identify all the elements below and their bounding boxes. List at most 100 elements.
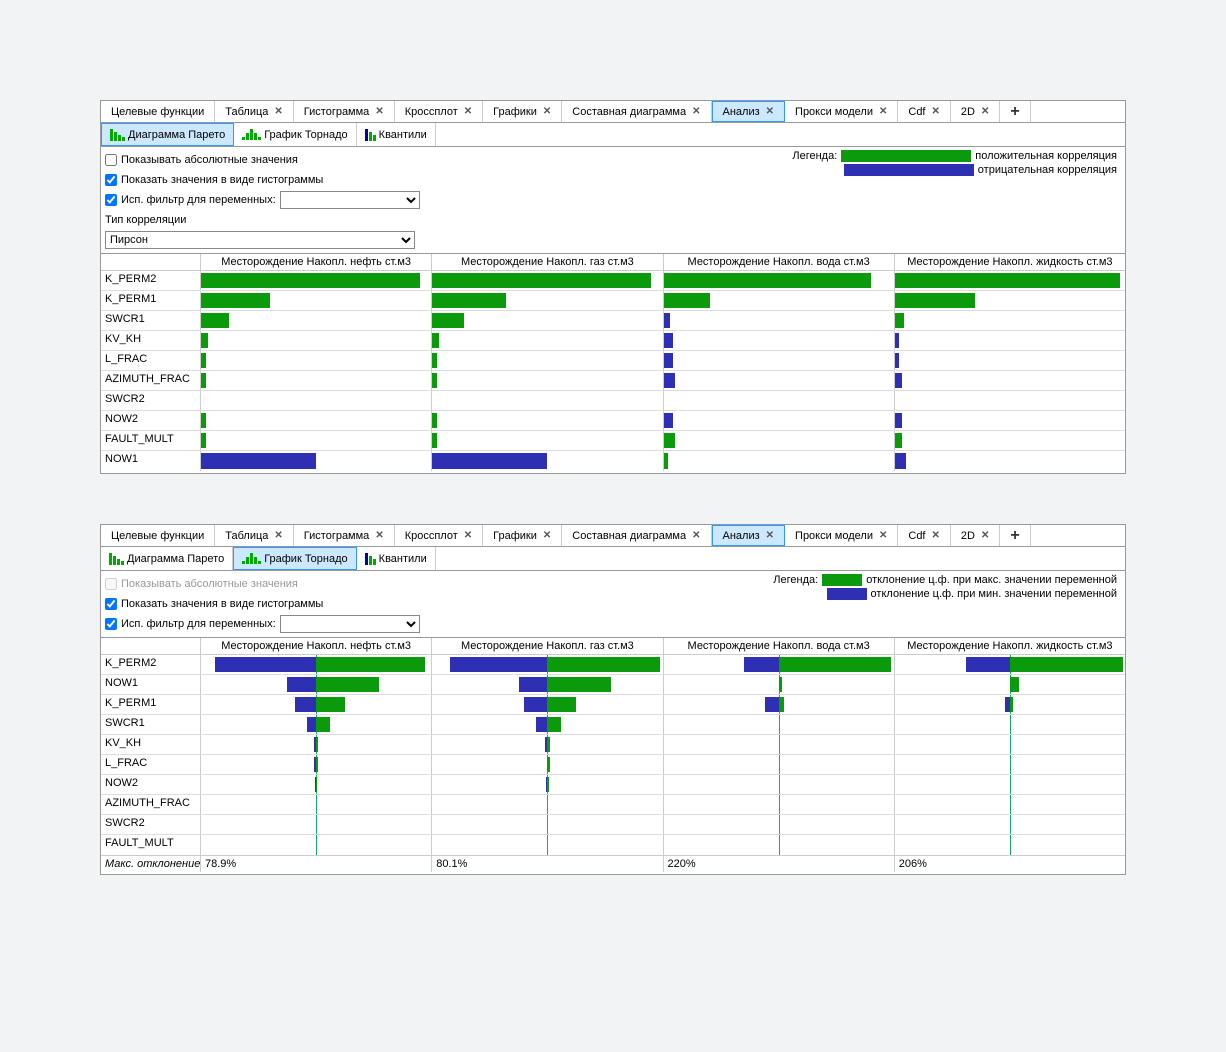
tab-Составная диаграмма[interactable]: Составная диаграмма✕ xyxy=(562,101,711,122)
tornado-cell xyxy=(895,815,1125,834)
close-icon[interactable]: ✕ xyxy=(879,106,887,117)
var-filter-select[interactable] xyxy=(280,615,420,633)
pareto-cell xyxy=(201,311,432,330)
tab-Целевые функции[interactable]: Целевые функции xyxy=(101,525,215,546)
var-filter-select[interactable] xyxy=(280,191,420,209)
pareto-row: NOW1 xyxy=(101,451,1125,471)
plus-icon: + xyxy=(1010,103,1019,121)
pareto-cell xyxy=(895,331,1125,350)
tab-Составная диаграмма[interactable]: Составная диаграмма✕ xyxy=(562,525,711,546)
tab-Анализ[interactable]: Анализ✕ xyxy=(712,525,786,546)
var-filter-checkbox[interactable] xyxy=(105,194,117,206)
close-icon[interactable]: ✕ xyxy=(932,530,940,541)
tornado-cell xyxy=(895,795,1125,814)
pareto-bar xyxy=(201,373,206,388)
tornado-row: KV_KH xyxy=(101,735,1125,755)
pareto-bar xyxy=(201,353,206,368)
pareto-cell xyxy=(432,391,663,410)
pareto-bar xyxy=(432,433,437,448)
add-tab-button[interactable]: + xyxy=(1000,101,1030,122)
tornado-row: NOW1 xyxy=(101,675,1125,695)
tab-Графики[interactable]: Графики✕ xyxy=(483,525,562,546)
tab-Графики[interactable]: Графики✕ xyxy=(483,101,562,122)
pareto-row: FAULT_MULT xyxy=(101,431,1125,451)
close-icon[interactable]: ✕ xyxy=(692,530,700,541)
pareto-row: SWCR1 xyxy=(101,311,1125,331)
add-tab-button[interactable]: + xyxy=(1000,525,1030,546)
subtab-tornado[interactable]: График Торнадо xyxy=(233,547,356,570)
subtab-quantiles[interactable]: Квантили xyxy=(357,123,436,146)
pareto-row: NOW2 xyxy=(101,411,1125,431)
show-hist-checkbox[interactable] xyxy=(105,174,117,186)
pareto-window: Целевые функцииТаблица✕Гистограмма✕Кросс… xyxy=(100,100,1126,474)
tornado-bar-pos xyxy=(316,737,318,752)
close-icon[interactable]: ✕ xyxy=(879,530,887,541)
pareto-bar xyxy=(432,313,464,328)
tab-Cdf[interactable]: Cdf✕ xyxy=(898,101,951,122)
tab-Анализ[interactable]: Анализ✕ xyxy=(712,101,786,122)
subtab-pareto[interactable]: Диаграмма Парето xyxy=(101,123,234,146)
close-icon[interactable]: ✕ xyxy=(464,106,472,117)
legend-min-label: отклонение ц.ф. при мин. значении переме… xyxy=(871,588,1117,600)
close-icon[interactable]: ✕ xyxy=(766,530,774,541)
tornado-cell xyxy=(664,835,895,855)
tab-Целевые функции[interactable]: Целевые функции xyxy=(101,101,215,122)
pareto-row: AZIMUTH_FRAC xyxy=(101,371,1125,391)
close-icon[interactable]: ✕ xyxy=(692,106,700,117)
pareto-cell xyxy=(432,371,663,390)
close-icon[interactable]: ✕ xyxy=(543,106,551,117)
pareto-bar xyxy=(201,313,229,328)
legend-label: Легенда: xyxy=(792,150,837,162)
close-icon[interactable]: ✕ xyxy=(274,106,282,117)
row-label: FAULT_MULT xyxy=(101,835,201,855)
close-icon[interactable]: ✕ xyxy=(464,530,472,541)
pareto-row: K_PERM1 xyxy=(101,291,1125,311)
subtab-pareto[interactable]: Диаграмма Парето xyxy=(101,547,233,570)
pareto-bar xyxy=(432,273,651,288)
close-icon[interactable]: ✕ xyxy=(543,530,551,541)
footer-label: Макс. отклонение xyxy=(101,856,201,872)
tab-Кроссплот[interactable]: Кроссплот✕ xyxy=(395,101,483,122)
close-icon[interactable]: ✕ xyxy=(981,530,989,541)
footer-val: 206% xyxy=(895,856,1125,872)
pareto-row: K_PERM2 xyxy=(101,271,1125,291)
tornado-row: SWCR2 xyxy=(101,815,1125,835)
var-filter-checkbox[interactable] xyxy=(105,618,117,630)
tab-Таблица[interactable]: Таблица✕ xyxy=(215,101,294,122)
tab-Cdf[interactable]: Cdf✕ xyxy=(898,525,951,546)
close-icon[interactable]: ✕ xyxy=(766,106,774,117)
row-label: NOW2 xyxy=(101,411,201,430)
subtab-quantiles[interactable]: Квантили xyxy=(357,547,436,570)
show-hist-checkbox[interactable] xyxy=(105,598,117,610)
col-head: Месторождение Накопл. нефть ст.м3 xyxy=(201,254,432,270)
tab-Прокси модели[interactable]: Прокси модели✕ xyxy=(785,525,898,546)
tornado-cell xyxy=(432,775,663,794)
close-icon[interactable]: ✕ xyxy=(375,530,383,541)
tab-Гистограмма[interactable]: Гистограмма✕ xyxy=(294,101,395,122)
subtab-tornado[interactable]: График Торнадо xyxy=(234,123,356,146)
row-label: K_PERM1 xyxy=(101,695,201,714)
tab-2D[interactable]: 2D✕ xyxy=(951,101,1000,122)
close-icon[interactable]: ✕ xyxy=(932,106,940,117)
subtab-quantiles-label: Квантили xyxy=(379,553,427,565)
tab-Прокси модели[interactable]: Прокси модели✕ xyxy=(785,101,898,122)
tornado-cell xyxy=(664,715,895,734)
tab-Таблица[interactable]: Таблица✕ xyxy=(215,525,294,546)
footer-val: 80.1% xyxy=(432,856,663,872)
close-icon[interactable]: ✕ xyxy=(274,530,282,541)
tornado-cell xyxy=(895,675,1125,694)
tornado-bar-pos xyxy=(779,657,892,672)
show-abs-checkbox[interactable] xyxy=(105,154,117,166)
tornado-cell xyxy=(201,675,432,694)
tornado-bar-pos xyxy=(316,777,317,792)
tab-2D[interactable]: 2D✕ xyxy=(951,525,1000,546)
corr-type-select[interactable]: Пирсон xyxy=(105,231,415,249)
close-icon[interactable]: ✕ xyxy=(375,106,383,117)
tornado-cell xyxy=(895,755,1125,774)
tab-Кроссплот[interactable]: Кроссплот✕ xyxy=(395,525,483,546)
analysis-subtabs: Диаграмма Парето График Торнадо Квантили xyxy=(101,123,1125,147)
pareto-legend: Легенда:положительная корреляция отрицат… xyxy=(792,149,1117,177)
pareto-bar xyxy=(201,333,208,348)
close-icon[interactable]: ✕ xyxy=(981,106,989,117)
tab-Гистограмма[interactable]: Гистограмма✕ xyxy=(294,525,395,546)
